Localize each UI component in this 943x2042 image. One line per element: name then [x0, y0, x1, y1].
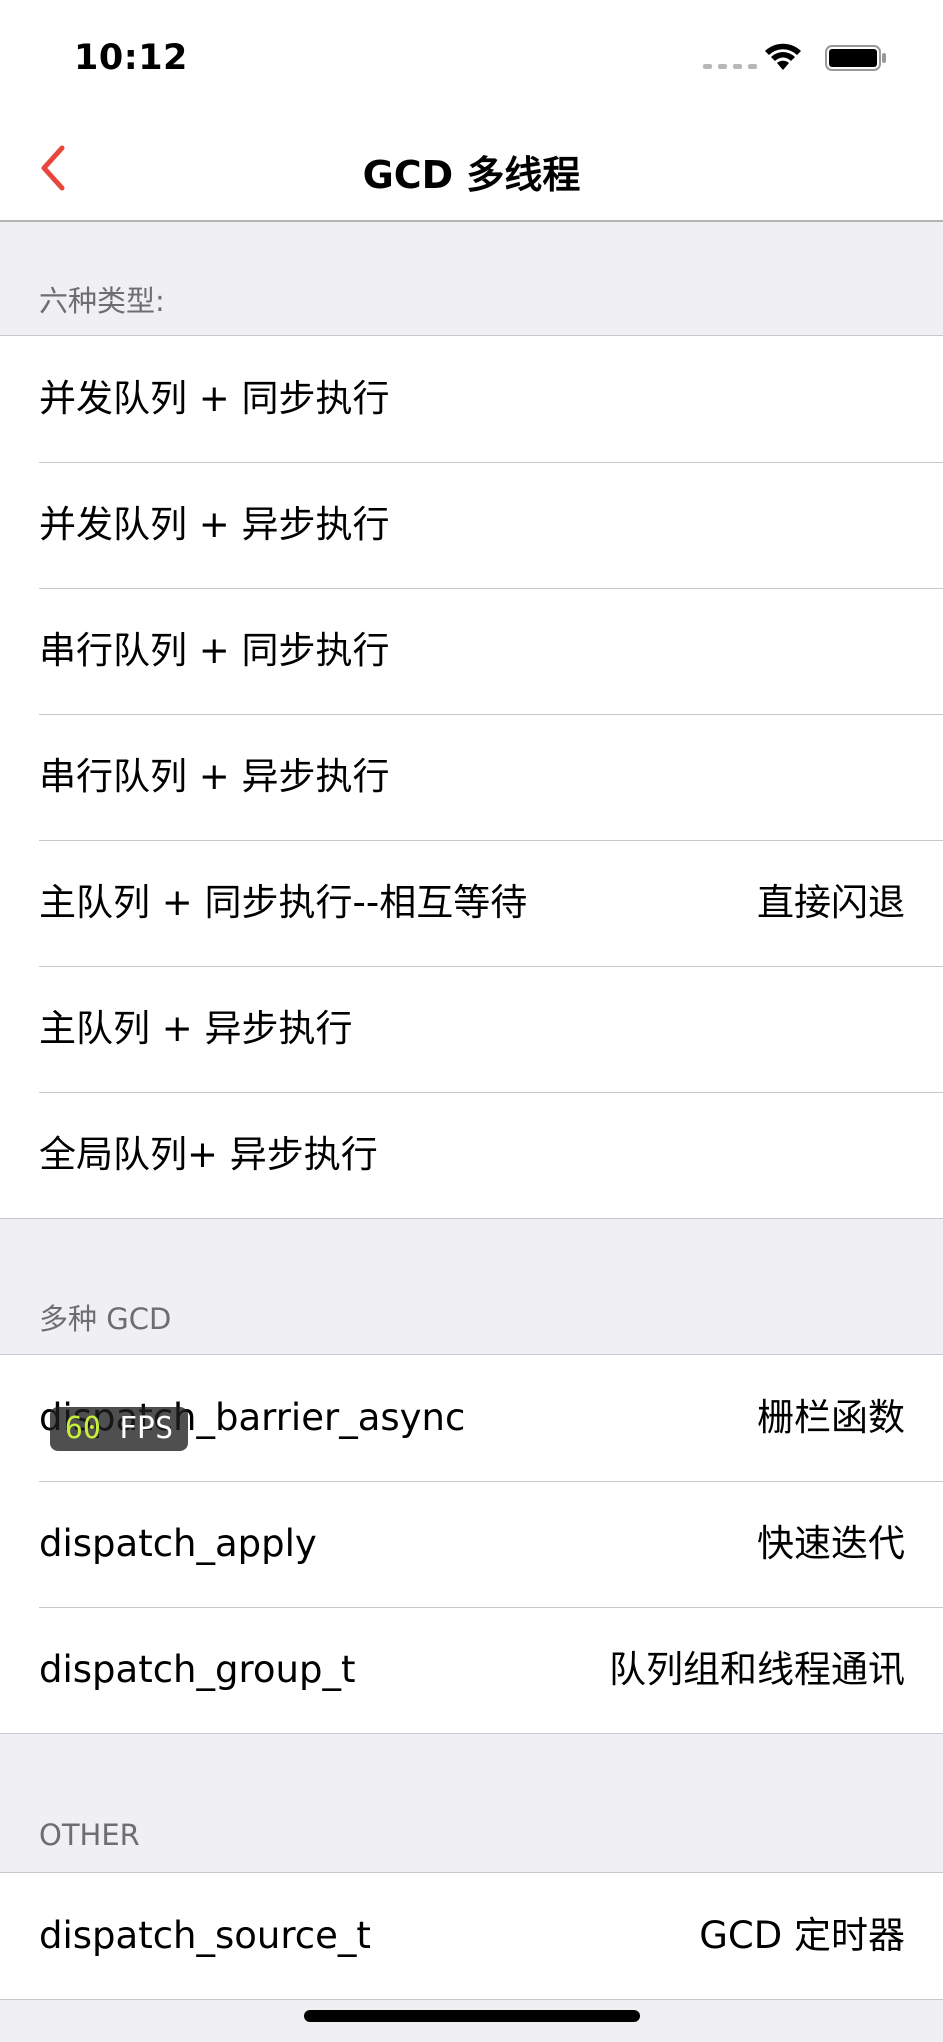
- list-item[interactable]: 并发队列 + 同步执行: [0, 336, 943, 462]
- row-title: dispatch_apply: [39, 1522, 317, 1565]
- battery-icon: [825, 45, 886, 71]
- signal-icon: [703, 64, 757, 69]
- fps-overlay: 60 FPS: [50, 1407, 188, 1451]
- row-title: 串行队列 + 同步执行: [39, 629, 390, 672]
- row-title: 全局队列+ 异步执行: [39, 1133, 378, 1176]
- row-title: 主队列 + 异步执行: [39, 1007, 353, 1050]
- list-item[interactable]: 串行队列 + 异步执行: [0, 714, 943, 840]
- row-title: dispatch_source_t: [39, 1914, 371, 1957]
- row-detail: 队列组和线程通讯: [609, 1648, 905, 1691]
- list-item[interactable]: 主队列 + 异步执行: [0, 966, 943, 1092]
- row-detail: 栅栏函数: [757, 1396, 905, 1439]
- row-title: 并发队列 + 同步执行: [39, 377, 390, 420]
- row-detail: GCD 定时器: [699, 1914, 905, 1957]
- home-indicator[interactable]: [304, 2010, 640, 2022]
- status-bar: 10:12: [0, 0, 943, 116]
- list-item[interactable]: 串行队列 + 同步执行: [0, 588, 943, 714]
- section-other-group: dispatch_source_t GCD 定时器: [0, 1872, 943, 2000]
- list-item[interactable]: 主队列 + 同步执行--相互等待 直接闪退: [0, 840, 943, 966]
- page-title: GCD 多线程: [362, 153, 581, 197]
- list-item[interactable]: 并发队列 + 异步执行: [0, 462, 943, 588]
- row-detail: 直接闪退: [757, 881, 905, 924]
- section-header-types: 六种类型:: [39, 284, 165, 318]
- list-item[interactable]: dispatch_apply 快速迭代: [0, 1481, 943, 1607]
- list-item[interactable]: dispatch_group_t 队列组和线程通讯: [0, 1607, 943, 1733]
- status-time: 10:12: [74, 38, 188, 78]
- row-title: 并发队列 + 异步执行: [39, 503, 390, 546]
- row-title: dispatch_group_t: [39, 1648, 356, 1691]
- section-header-other: OTHER: [39, 1818, 140, 1852]
- section-types-group: 并发队列 + 同步执行 并发队列 + 异步执行 串行队列 + 同步执行 串行队列…: [0, 335, 943, 1219]
- row-title: 串行队列 + 异步执行: [39, 755, 390, 798]
- section-header-gcd: 多种 GCD: [39, 1302, 172, 1336]
- row-detail: 快速迭代: [757, 1522, 905, 1565]
- navigation-bar: GCD 多线程: [0, 116, 943, 222]
- status-icons: [703, 0, 943, 116]
- list-item[interactable]: 全局队列+ 异步执行: [0, 1092, 943, 1218]
- list-item[interactable]: dispatch_source_t GCD 定时器: [0, 1873, 943, 1999]
- fps-unit: FPS: [119, 1411, 174, 1446]
- row-title: 主队列 + 同步执行--相互等待: [39, 881, 528, 924]
- fps-value: 60: [64, 1411, 101, 1446]
- wifi-icon: [765, 43, 801, 70]
